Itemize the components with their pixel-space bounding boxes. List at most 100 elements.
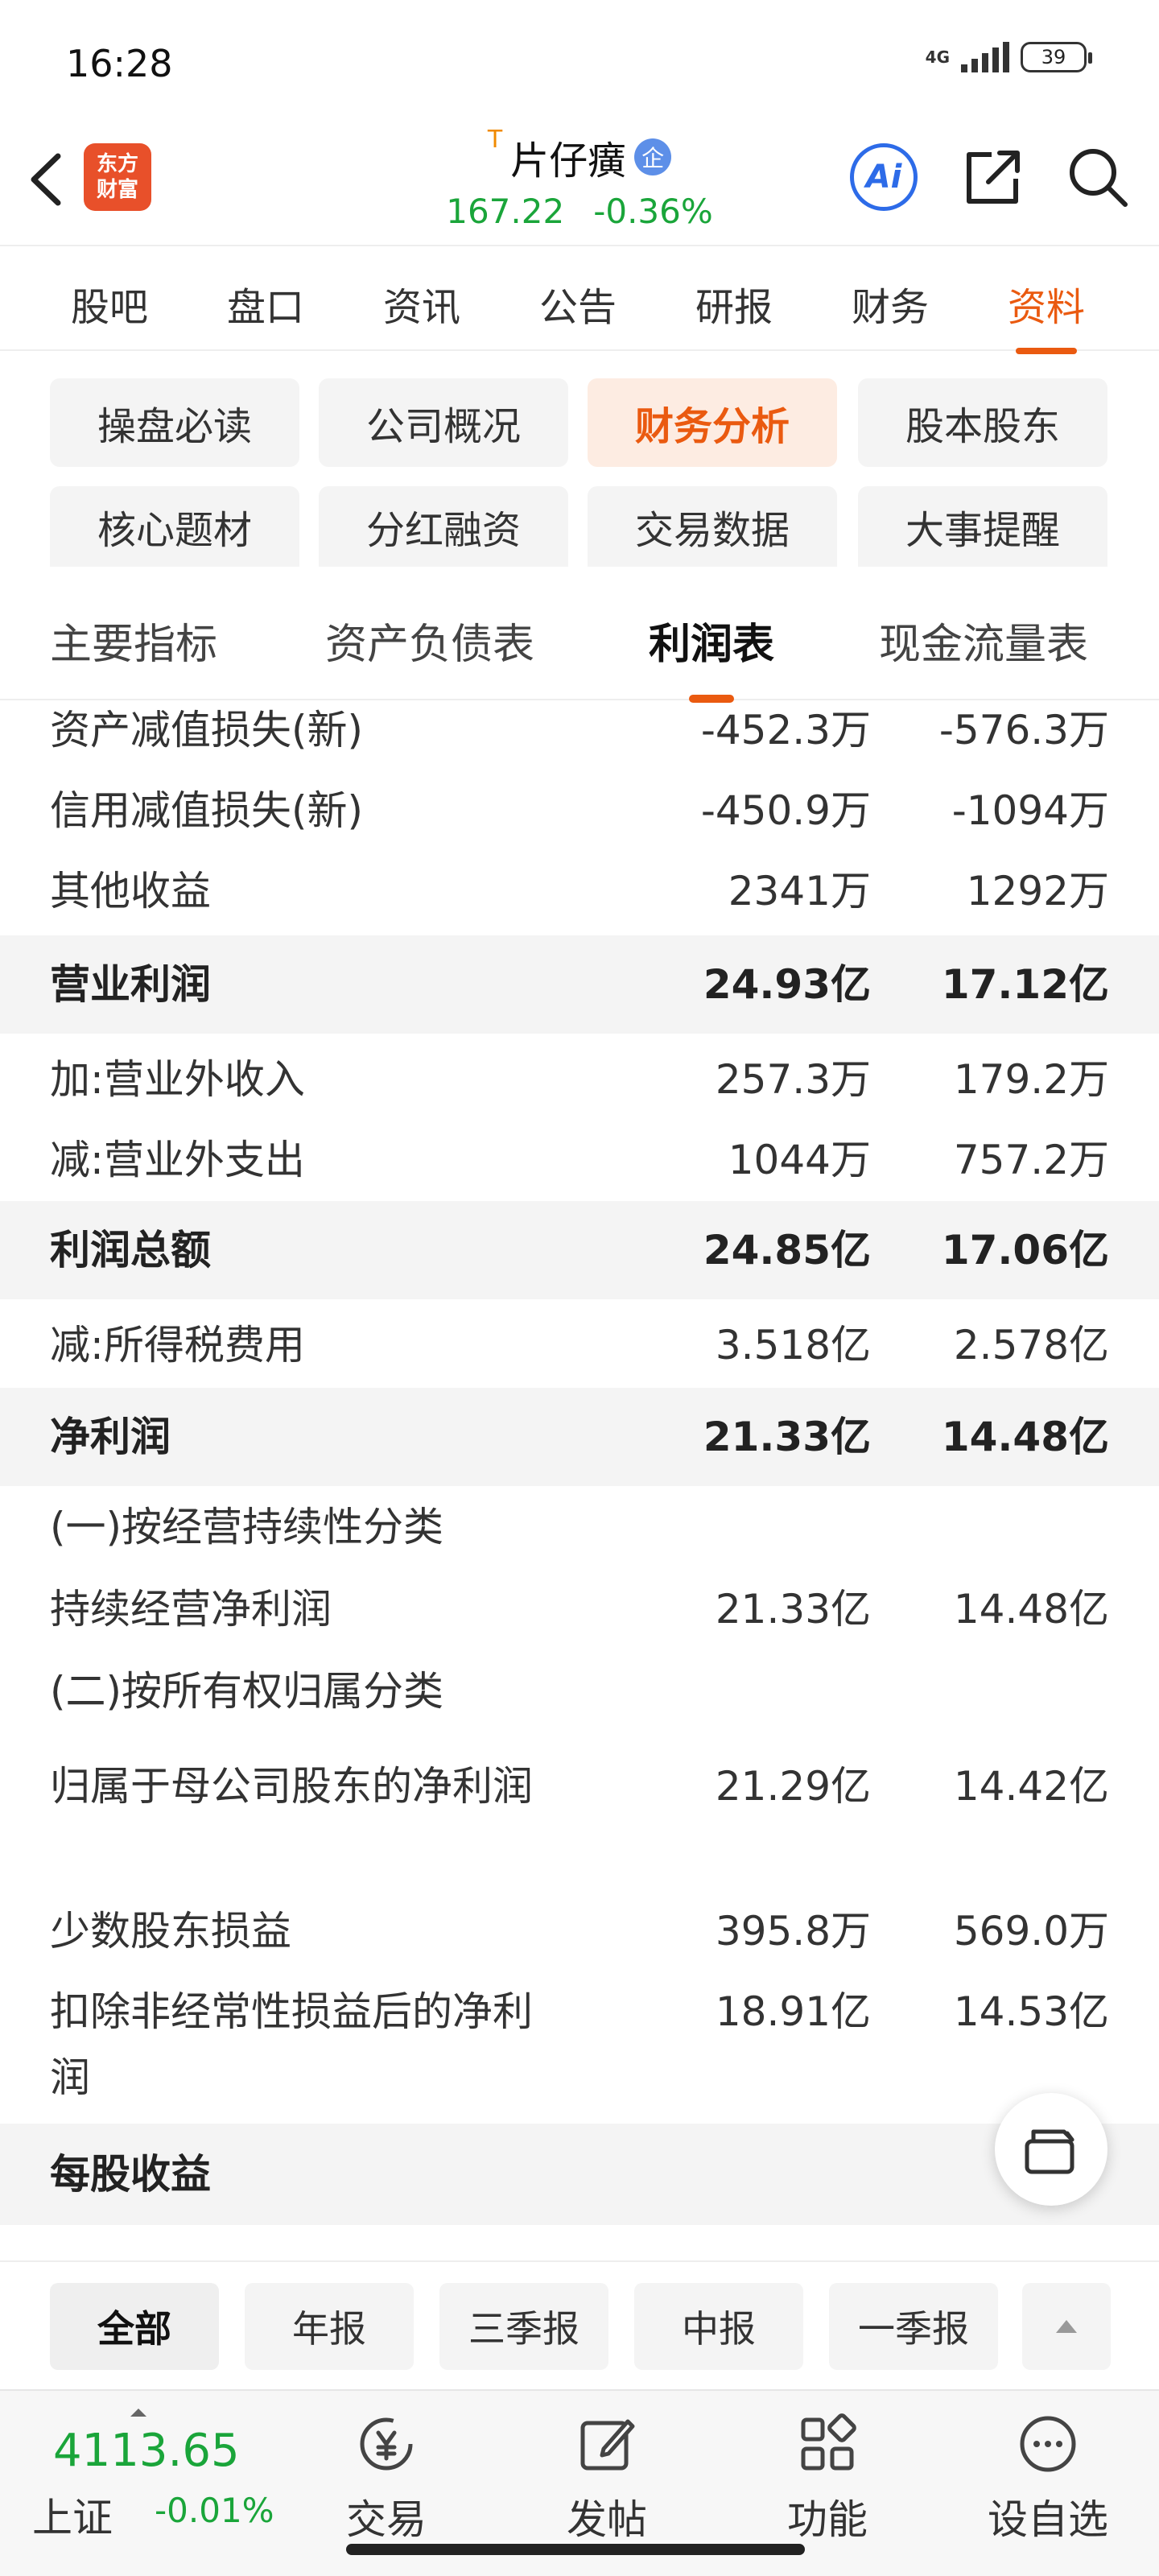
- table-row: 减:营业外支出 1044万 757.2万: [0, 1127, 1159, 1201]
- market-index-widget[interactable]: 4113.65 上证 -0.01%: [32, 2407, 298, 2544]
- row-value-1: 1044万: [728, 1137, 871, 1183]
- table-row: 资产减值损失(新) -452.3万 -576.3万: [0, 700, 1159, 778]
- trade-icon: [354, 2412, 419, 2476]
- table-row-subtotal: 每股收益: [0, 2124, 1159, 2225]
- chip-core-themes[interactable]: 核心题材: [50, 486, 299, 567]
- stock-title[interactable]: T 片仔癀 企 167.22 -0.36%: [435, 126, 724, 231]
- home-indicator: [346, 2544, 805, 2555]
- tab-guba[interactable]: 股吧: [45, 275, 174, 332]
- status-indicators: 4G 39: [926, 42, 1092, 72]
- app-root: 16:28 4G 39 东方 财富 T 片仔癀 企 167.22 -0.36% …: [0, 0, 1159, 2576]
- tab-cash-flow[interactable]: 现金流量表: [879, 610, 1088, 671]
- status-time: 16:28: [66, 42, 173, 85]
- back-button[interactable]: [23, 151, 71, 208]
- row-value-1: 24.93亿: [703, 961, 871, 1008]
- index-value: 4113.65: [53, 2425, 240, 2477]
- stock-name: 片仔癀: [510, 138, 627, 184]
- row-value-1: 21.29亿: [715, 1763, 871, 1810]
- row-label: (一)按经营持续性分类: [50, 1504, 444, 1550]
- chip-trading-data[interactable]: 交易数据: [588, 486, 837, 567]
- tab-finance[interactable]: 财务: [826, 275, 955, 332]
- table-section-header: (二)按所有权归属分类: [0, 1658, 1159, 1753]
- switch-layout-icon: [1025, 2129, 1074, 2174]
- row-label: 净利润: [50, 1414, 171, 1460]
- row-value-2: 17.12亿: [941, 961, 1109, 1008]
- tab-research[interactable]: 研报: [670, 275, 798, 332]
- row-label: 每股收益: [50, 2151, 211, 2198]
- logo-text-line2: 财富: [96, 178, 138, 202]
- nav-functions[interactable]: 功能: [755, 2412, 900, 2549]
- row-value-2: 1292万: [966, 868, 1109, 914]
- nav-add-watchlist[interactable]: 设自选: [975, 2412, 1120, 2549]
- row-value-1: 21.33亿: [715, 1586, 871, 1633]
- edit-icon: [575, 2412, 639, 2476]
- row-label: 减:所得税费用: [50, 1322, 305, 1368]
- row-value-1: 3.518亿: [715, 1322, 871, 1368]
- period-interim[interactable]: 中报: [634, 2283, 803, 2370]
- nav-label: 功能: [787, 2496, 868, 2543]
- main-tab-bar: 股吧 盘口 资讯 公告 研报 财务 资料: [0, 246, 1159, 354]
- period-all[interactable]: 全部: [50, 2283, 219, 2370]
- logo-text-line1: 东方: [96, 152, 138, 176]
- row-label: 营业利润: [50, 961, 211, 1008]
- share-button[interactable]: [959, 143, 1027, 211]
- search-button[interactable]: [1064, 143, 1132, 211]
- switch-view-button[interactable]: [995, 2093, 1107, 2206]
- period-annual[interactable]: 年报: [245, 2283, 414, 2370]
- nav-trade[interactable]: 交易: [314, 2412, 459, 2549]
- tab-profile[interactable]: 资料: [982, 275, 1111, 354]
- tab-balance-sheet[interactable]: 资产负债表: [325, 610, 534, 671]
- row-value-2: 17.06亿: [941, 1227, 1109, 1274]
- chip-company-overview[interactable]: 公司概况: [319, 378, 568, 467]
- row-value-2: 179.2万: [953, 1056, 1109, 1103]
- row-value-2: 757.2万: [953, 1137, 1109, 1183]
- t-mark: T: [487, 126, 503, 154]
- nav-label: 交易: [346, 2496, 427, 2543]
- table-row: 扣除非经常性损益后的净利润 18.91亿 14.53亿: [0, 1979, 1159, 2124]
- chip-trading-guide[interactable]: 操盘必读: [50, 378, 299, 467]
- table-row-subtotal: 营业利润 24.93亿 17.12亿: [0, 935, 1159, 1034]
- row-value-2: 14.53亿: [953, 1988, 1109, 2035]
- app-logo[interactable]: 东方 财富: [84, 143, 151, 211]
- row-value-2: -576.3万: [938, 707, 1109, 753]
- more-icon: [1016, 2412, 1080, 2476]
- row-label: 少数股东损益: [50, 1908, 291, 1955]
- caret-up-icon: [1056, 2320, 1077, 2333]
- row-label: 利润总额: [50, 1227, 211, 1274]
- income-statement-table: 资产减值损失(新) -452.3万 -576.3万 信用减值损失(新) -450…: [0, 700, 1159, 2262]
- row-value-2: 14.48亿: [953, 1586, 1109, 1633]
- chip-dividends-financing[interactable]: 分红融资: [319, 486, 568, 567]
- collapse-button[interactable]: [1022, 2283, 1111, 2370]
- row-value-1: 257.3万: [715, 1056, 871, 1103]
- table-row: 加:营业外收入 257.3万 179.2万: [0, 1046, 1159, 1127]
- row-value-1: 21.33亿: [703, 1414, 871, 1460]
- table-row: 信用减值损失(新) -450.9万 -1094万: [0, 778, 1159, 858]
- tab-news[interactable]: 资讯: [357, 275, 486, 332]
- period-q3[interactable]: 三季报: [439, 2283, 608, 2370]
- row-value-2: -1094万: [951, 787, 1109, 834]
- price-line: 167.22 -0.36%: [435, 192, 724, 231]
- table-row: 持续经营净利润 21.33亿 14.48亿: [0, 1576, 1159, 1658]
- row-label: 减:营业外支出: [50, 1137, 305, 1183]
- row-value-1: 395.8万: [715, 1908, 871, 1955]
- index-change: -0.01%: [155, 2491, 274, 2530]
- chip-shareholders[interactable]: 股本股东: [858, 378, 1107, 467]
- tab-announcements[interactable]: 公告: [514, 275, 642, 332]
- period-q1[interactable]: 一季报: [829, 2283, 998, 2370]
- row-value-1: -450.9万: [700, 787, 871, 834]
- tab-pankou[interactable]: 盘口: [201, 275, 330, 332]
- grid-icon: [795, 2412, 860, 2476]
- nav-label: 设自选: [988, 2496, 1108, 2543]
- ai-assistant-button[interactable]: Ai: [850, 143, 918, 211]
- nav-post[interactable]: 发帖: [534, 2412, 679, 2549]
- period-filter-bar: 全部 年报 三季报 中报 一季报: [0, 2260, 1159, 2389]
- row-label: 扣除非经常性损益后的净利润: [50, 1988, 533, 2101]
- chip-financial-analysis[interactable]: 财务分析: [588, 378, 837, 467]
- row-value-1: 24.85亿: [703, 1227, 871, 1274]
- nav-label: 发帖: [567, 2496, 647, 2543]
- tab-key-indicators[interactable]: 主要指标: [50, 610, 217, 671]
- chip-event-reminders[interactable]: 大事提醒: [858, 486, 1107, 567]
- row-value-2: 569.0万: [953, 1908, 1109, 1955]
- tab-income-statement[interactable]: 利润表: [649, 610, 774, 703]
- stock-change-pct: -0.36%: [593, 192, 713, 231]
